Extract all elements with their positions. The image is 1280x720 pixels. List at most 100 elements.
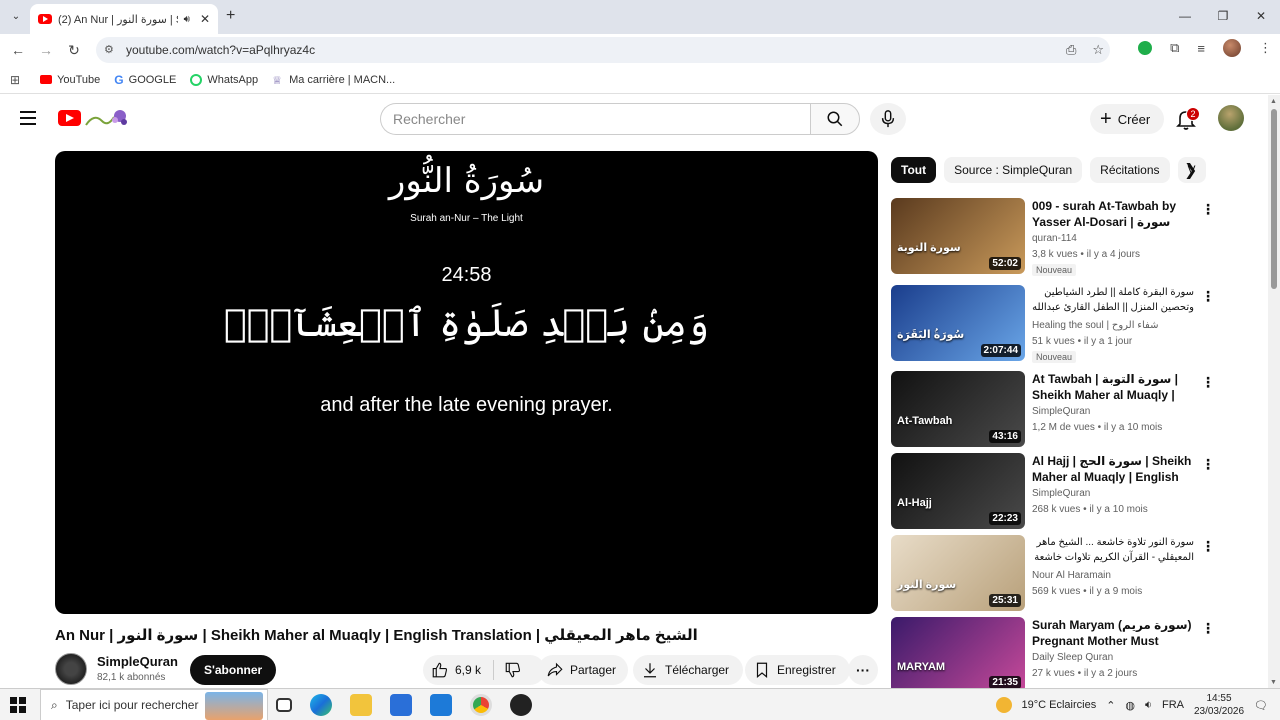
language-indicator[interactable]: FRA — [1162, 699, 1184, 711]
recommended-channel-name[interactable]: SimpleQuran — [1032, 488, 1194, 499]
video-thumbnail[interactable]: سُورَةُ البَقَرَة 2:07:44 — [891, 285, 1025, 361]
chip-source[interactable]: Source : SimpleQuran — [944, 157, 1083, 183]
recommended-channel-name[interactable]: Daily Sleep Quran — [1032, 652, 1194, 663]
bookmark-youtube[interactable]: YouTube — [40, 74, 100, 86]
kebab-menu-icon[interactable]: ⋮ — [1201, 201, 1215, 218]
recommended-video-title[interactable]: Surah Maryam (سورة مريم) Pregnant Mother… — [1032, 617, 1194, 649]
app-icon[interactable] — [510, 694, 532, 716]
address-bar[interactable]: ⚙︎ youtube.com/watch?v=aPqlhryaz4c — [96, 37, 1110, 63]
page-scrollbar[interactable]: ▲ ▼ — [1268, 95, 1280, 688]
grammarly-extension-icon[interactable] — [1138, 41, 1153, 55]
chip-all[interactable]: Tout — [891, 157, 937, 183]
media-control-icon[interactable]: ≡ — [1197, 41, 1205, 56]
tab-search-button[interactable]: ⌄ — [6, 6, 26, 26]
kebab-menu-icon[interactable]: ⋮ — [1201, 456, 1215, 473]
speaker-icon[interactable]: 🔊︎ — [184, 14, 190, 25]
clock[interactable]: 14:55 23/03/2026 — [1194, 692, 1244, 718]
scroll-down-arrow-icon[interactable]: ▼ — [1270, 679, 1277, 686]
notification-center-icon[interactable]: 🗨︎ — [1254, 699, 1268, 712]
edge-icon[interactable] — [310, 694, 332, 716]
apps-grid-icon[interactable]: ⊞ — [10, 73, 20, 87]
bookmark-macnss[interactable]: ♕ Ma carrière | MACN... — [272, 74, 395, 87]
tab-close-icon[interactable]: ✕ — [200, 12, 210, 26]
minimize-button[interactable]: — — [1166, 0, 1204, 32]
new-tab-button[interactable]: + — [226, 7, 235, 25]
video-thumbnail[interactable]: Al-Hajj 22:23 — [891, 453, 1025, 529]
recommended-video[interactable]: At-Tawbah 43:16 At Tawbah | سورة التوبة | … — [891, 371, 1221, 449]
chip-recitations[interactable]: Récitations — [1090, 157, 1170, 183]
video-player[interactable]: سُورَةُ النُّور Surah an-Nur – The Light… — [55, 151, 878, 614]
bookmark-star-icon[interactable]: ☆ — [1092, 42, 1104, 58]
microsoft-store-icon[interactable] — [390, 694, 412, 716]
video-thumbnail[interactable]: At-Tawbah 43:16 — [891, 371, 1025, 447]
recommended-video-title[interactable]: سورة النور تلاوة خاشعة ... الشيخ ماهر ال… — [1032, 535, 1194, 565]
search-input[interactable] — [380, 103, 810, 135]
maximize-button[interactable]: ❐ — [1204, 0, 1242, 32]
profile-avatar[interactable] — [1223, 39, 1241, 57]
extensions-icon[interactable]: ⧉ — [1170, 40, 1179, 56]
mail-icon[interactable] — [430, 694, 452, 716]
recommended-video[interactable]: MARYAM 21:35 Surah Maryam (سورة مريم) Preg… — [891, 617, 1221, 695]
bookmark-google[interactable]: G GOOGLE — [114, 73, 176, 87]
recommended-video-title[interactable]: سورة البقرة كاملة || لطرد الشياطين وتحصي… — [1032, 285, 1194, 317]
active-tab[interactable]: (2) An Nur | سورة النور | She 🔊︎ ✕ — [30, 4, 218, 34]
kebab-menu-icon[interactable]: ⋮ — [1201, 538, 1215, 555]
create-button[interactable]: + Créer — [1090, 104, 1165, 134]
scroll-up-arrow-icon[interactable]: ▲ — [1270, 98, 1277, 105]
weather-text[interactable]: 19°C Eclaircies — [1022, 699, 1097, 711]
recommended-channel-name[interactable]: Nour Al Haramain — [1032, 570, 1194, 581]
install-app-icon[interactable]: ⎙ — [1066, 42, 1076, 58]
save-button[interactable]: Enregistrer — [745, 655, 850, 685]
more-actions-icon[interactable]: ··· — [848, 655, 878, 685]
recommended-channel-name[interactable]: Healing the soul | شفاء الروح — [1032, 320, 1194, 331]
recommended-video-title[interactable]: 009 - surah At-Tawbah by Yasser Al-Dosar… — [1032, 198, 1194, 230]
recommended-video[interactable]: سورة النور 25:31 سورة النور تلاوة خاشعة ..… — [891, 535, 1221, 613]
dislike-button[interactable] — [494, 661, 528, 679]
youtube-logo[interactable] — [58, 110, 81, 126]
weather-icon[interactable] — [995, 697, 1012, 713]
video-thumbnail[interactable]: سورة التوبة 52:02 — [891, 198, 1025, 274]
close-window-button[interactable]: ✕ — [1242, 0, 1280, 32]
video-thumbnail[interactable]: سورة النور 25:31 — [891, 535, 1025, 611]
user-avatar[interactable] — [1218, 105, 1244, 131]
site-info-icon[interactable]: ⚙︎ — [104, 43, 118, 57]
kebab-menu-icon[interactable]: ⋮ — [1201, 620, 1215, 637]
search-button[interactable] — [810, 103, 860, 135]
recommended-video-title[interactable]: Al Hajj | سورة الحج | Sheikh Maher al Mu… — [1032, 453, 1194, 485]
kebab-menu-icon[interactable]: ⋮ — [1201, 374, 1215, 391]
recommended-channel-name[interactable]: quran-114 — [1032, 233, 1194, 244]
like-button[interactable]: 6,9 k — [431, 660, 495, 680]
kebab-menu-icon[interactable]: ⋮ — [1201, 288, 1215, 305]
recommended-video-title[interactable]: At Tawbah | سورة التوبة | Sheikh Maher a… — [1032, 371, 1194, 403]
recommended-channel-name[interactable]: SimpleQuran — [1032, 406, 1194, 417]
youtube-doodle-icon[interactable] — [84, 107, 130, 129]
chevron-right-icon[interactable]: ❯ — [1184, 160, 1197, 180]
back-button[interactable]: ← — [8, 40, 28, 60]
volume-icon[interactable]: 🔉︎ — [1145, 699, 1152, 712]
network-icon[interactable]: ◍ — [1125, 699, 1135, 712]
scrollbar-thumb[interactable] — [1271, 109, 1277, 289]
reload-button[interactable]: ↻ — [64, 40, 84, 60]
chrome-icon[interactable] — [470, 694, 492, 716]
channel-avatar[interactable] — [55, 653, 87, 685]
recommended-video[interactable]: سورة التوبة 52:02 009 - surah At-Tawbah by… — [891, 198, 1221, 276]
video-title: An Nur | سورة النور | Sheikh Maher al Mu… — [55, 627, 698, 644]
notification-badge: 2 — [1186, 107, 1200, 121]
bookmark-whatsapp[interactable]: WhatsApp — [190, 73, 258, 86]
menu-icon[interactable] — [20, 111, 36, 125]
windows-start-icon[interactable] — [10, 697, 26, 713]
voice-search-button[interactable] — [870, 103, 906, 135]
taskbar-search[interactable]: ⌕ Taper ici pour rechercher — [40, 689, 268, 720]
browser-menu-icon[interactable]: ⋮ — [1259, 40, 1272, 56]
share-button[interactable]: Partager — [538, 655, 629, 685]
channel-name[interactable]: SimpleQuran — [97, 654, 178, 669]
task-view-icon[interactable] — [276, 698, 292, 712]
file-explorer-icon[interactable] — [350, 694, 372, 716]
download-button[interactable]: Télécharger — [633, 655, 744, 685]
recommended-video[interactable]: Al-Hajj 22:23 Al Hajj | سورة الحج | Sheikh… — [891, 453, 1221, 531]
recommended-video[interactable]: سُورَةُ البَقَرَة 2:07:44 سورة البقرة كامل… — [891, 285, 1221, 363]
tray-overflow-icon[interactable]: ⌃ — [1106, 699, 1115, 712]
forward-button[interactable]: → — [36, 40, 56, 60]
subscribe-button[interactable]: S'abonner — [190, 655, 277, 685]
video-thumbnail[interactable]: MARYAM 21:35 — [891, 617, 1025, 693]
